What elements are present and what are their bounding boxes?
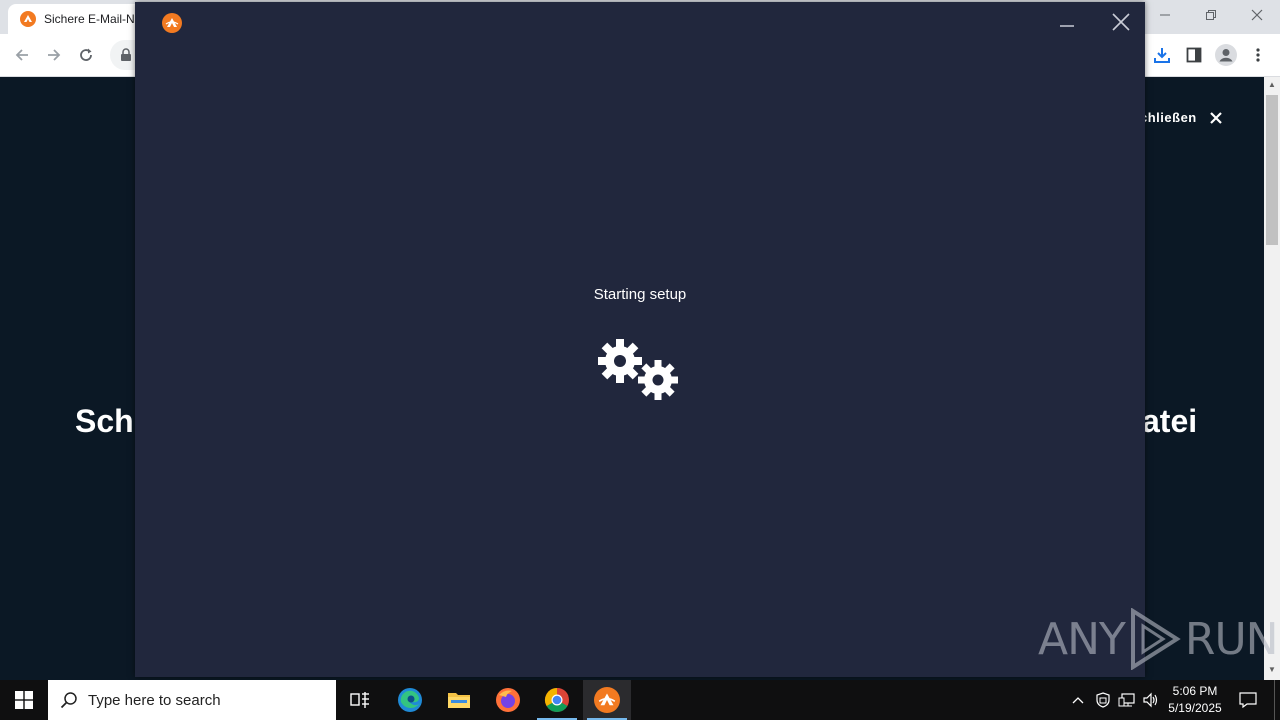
avatar-icon (1215, 44, 1237, 66)
side-panel-button[interactable] (1180, 41, 1208, 69)
taskbar-clock[interactable]: 5:06 PM 5/19/2025 (1160, 683, 1230, 717)
minimize-icon (1160, 14, 1170, 16)
installer-close-button[interactable] (1109, 10, 1133, 34)
show-hidden-icons-button[interactable] (1068, 680, 1088, 720)
browser-minimize-button[interactable] (1142, 0, 1188, 30)
lock-icon (121, 48, 131, 61)
installer-window: Starting setup (135, 2, 1145, 677)
taskbar-edge[interactable] (386, 680, 434, 720)
page-close-button[interactable]: chließen (1140, 110, 1223, 125)
chevron-up-icon (1072, 697, 1084, 704)
tray-volume[interactable] (1140, 680, 1162, 720)
firefox-icon (496, 688, 520, 712)
more-vert-icon (1256, 48, 1260, 62)
start-button[interactable] (0, 680, 48, 720)
page-close-label: chließen (1140, 110, 1197, 125)
edge-icon (398, 688, 422, 712)
taskbar-chrome[interactable] (533, 680, 581, 720)
page-heading-fragment-right: atei (1142, 403, 1198, 439)
installer-minimize-button[interactable] (1055, 10, 1079, 34)
action-center-button[interactable] (1234, 680, 1262, 720)
tray-defender[interactable] (1092, 680, 1114, 720)
downloads-button[interactable] (1148, 41, 1176, 69)
avast-logo-icon (594, 687, 620, 713)
task-view-button[interactable] (336, 680, 384, 720)
arrow-left-icon (15, 49, 28, 61)
tray-network[interactable] (1116, 680, 1138, 720)
speaker-icon (1143, 692, 1158, 708)
watermark-left-text: ANY (1038, 613, 1126, 665)
watermark-right-text: RUN (1184, 613, 1279, 665)
profile-button[interactable] (1212, 41, 1240, 69)
taskbar-avast-installer[interactable] (583, 680, 631, 720)
browser-menu-button[interactable] (1246, 41, 1270, 69)
clock-date: 5/19/2025 (1168, 701, 1222, 715)
windows-taskbar: Type here to search 5:06 PM 5/19/2025 (0, 680, 1280, 720)
back-button[interactable] (8, 41, 36, 69)
security-shield-icon (1096, 692, 1110, 708)
close-icon (1251, 9, 1263, 21)
side-panel-icon (1186, 47, 1202, 63)
forward-button[interactable] (40, 41, 68, 69)
download-icon (1154, 48, 1170, 63)
play-triangle-icon (1130, 608, 1181, 670)
gears-icon (598, 339, 678, 400)
arrow-right-icon (48, 49, 61, 61)
search-icon (60, 692, 77, 709)
reload-icon (80, 48, 92, 61)
browser-close-button[interactable] (1234, 0, 1280, 30)
clock-time: 5:06 PM (1172, 684, 1218, 698)
browser-restore-button[interactable] (1188, 0, 1234, 30)
minimize-icon (1060, 25, 1074, 27)
chrome-icon (544, 687, 569, 713)
notification-icon (1239, 692, 1257, 708)
setup-status-text: Starting setup (593, 286, 687, 303)
scrollbar-thumb[interactable] (1266, 95, 1278, 245)
close-icon (1112, 13, 1130, 31)
close-icon (1209, 111, 1222, 124)
avast-favicon-icon (20, 11, 36, 27)
windows-logo-icon (15, 691, 33, 709)
show-desktop-button[interactable] (1274, 680, 1275, 720)
taskbar-file-explorer[interactable] (435, 680, 483, 720)
task-view-icon (350, 692, 369, 708)
taskbar-search-box[interactable]: Type here to search (48, 680, 336, 720)
network-icon (1118, 693, 1135, 707)
avast-logo-icon (162, 13, 182, 33)
reload-button[interactable] (72, 41, 100, 69)
search-placeholder: Type here to search (88, 691, 221, 709)
page-scrollbar[interactable]: ▲ ▼ (1264, 77, 1280, 680)
restore-icon (1206, 10, 1216, 20)
folder-icon (448, 693, 470, 708)
taskbar-firefox[interactable] (484, 680, 532, 720)
page-heading-fragment-left: Schl (75, 403, 143, 439)
anyrun-watermark: ANY RUN (1038, 608, 1279, 670)
scroll-up-arrow-icon[interactable]: ▲ (1268, 81, 1276, 89)
